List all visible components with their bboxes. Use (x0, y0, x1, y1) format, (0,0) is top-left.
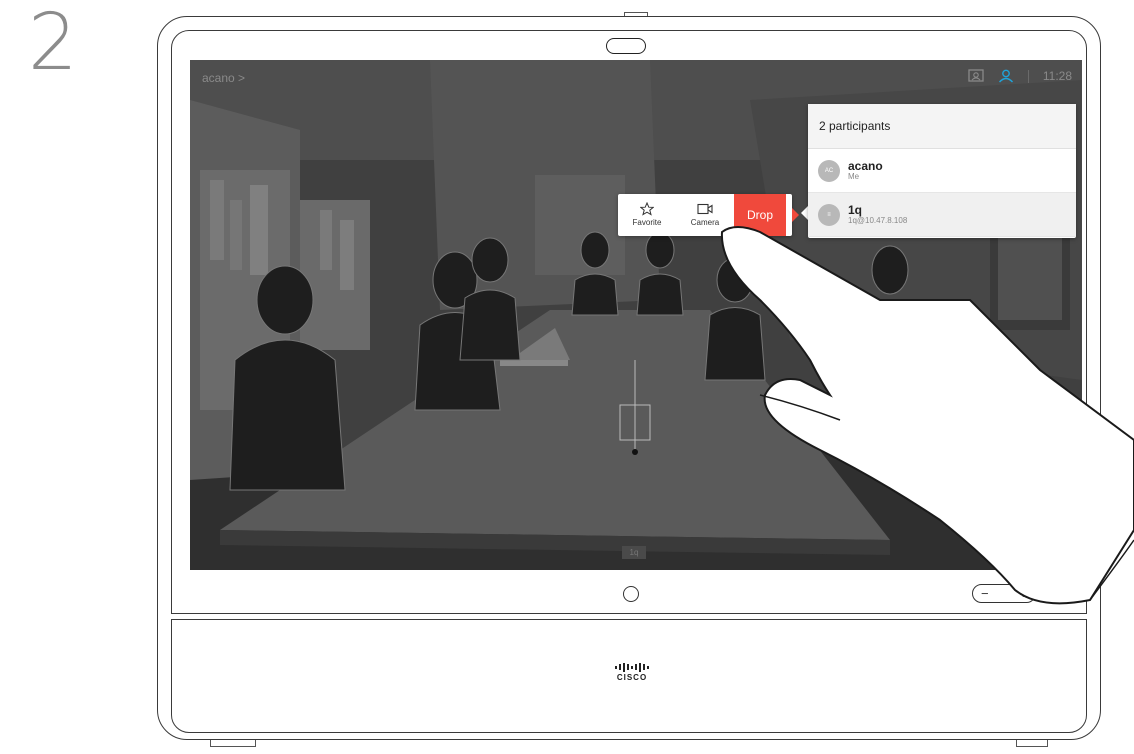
camera-button[interactable]: Camera (676, 194, 734, 236)
device-foot-left (210, 740, 256, 747)
avatar: ≡ (818, 203, 840, 226)
cisco-logo: CISCO (607, 662, 657, 682)
participants-panel: 2 participants AC acano Me ≡ 1q 1q@10.47… (808, 104, 1076, 238)
participant-row[interactable]: AC acano Me (808, 149, 1076, 193)
status-bar: acano > 11:28 (190, 60, 1082, 90)
camera-lens (606, 38, 646, 54)
self-view-label: 1q (622, 546, 646, 559)
participant-subtitle: Me (848, 171, 860, 181)
participants-icon[interactable] (998, 69, 1014, 83)
cisco-wordmark: CISCO (616, 673, 648, 682)
volume-down-button[interactable]: − (981, 587, 989, 600)
power-icon[interactable] (1053, 586, 1069, 602)
volume-control[interactable]: − + (972, 584, 1036, 603)
self-view-icon[interactable] (968, 69, 984, 83)
star-icon (640, 202, 654, 216)
panel-pointer (801, 206, 808, 220)
favorite-button[interactable]: Favorite (618, 194, 676, 236)
video-screen: acano > 11:28 Favorite Camera Drop 2 par… (190, 60, 1082, 570)
home-icon[interactable] (623, 586, 639, 602)
camera-label: Camera (690, 218, 720, 227)
drop-button[interactable]: Drop (734, 194, 786, 236)
menu-pointer (792, 208, 799, 222)
breadcrumb[interactable]: acano > (202, 71, 245, 85)
clock: 11:28 (1042, 69, 1072, 83)
avatar: AC (818, 159, 840, 182)
participant-subtitle: 1q@10.47.8.108 (848, 215, 908, 225)
volume-up-button[interactable]: + (1019, 587, 1027, 600)
participant-name: acano (848, 158, 883, 173)
participant-action-menu: Favorite Camera Drop (618, 194, 792, 236)
device-foot-right (1016, 740, 1048, 747)
cisco-logo-bars (607, 662, 657, 672)
favorite-label: Favorite (632, 218, 662, 227)
status-right: 11:28 (968, 69, 1072, 83)
participants-header: 2 participants (808, 104, 1076, 149)
participant-row[interactable]: ≡ 1q 1q@10.47.8.108 (808, 193, 1076, 237)
step-number: 2 (28, 0, 78, 88)
status-separator (1027, 69, 1029, 83)
participant-name: 1q (848, 202, 863, 217)
camera-icon (697, 203, 713, 215)
